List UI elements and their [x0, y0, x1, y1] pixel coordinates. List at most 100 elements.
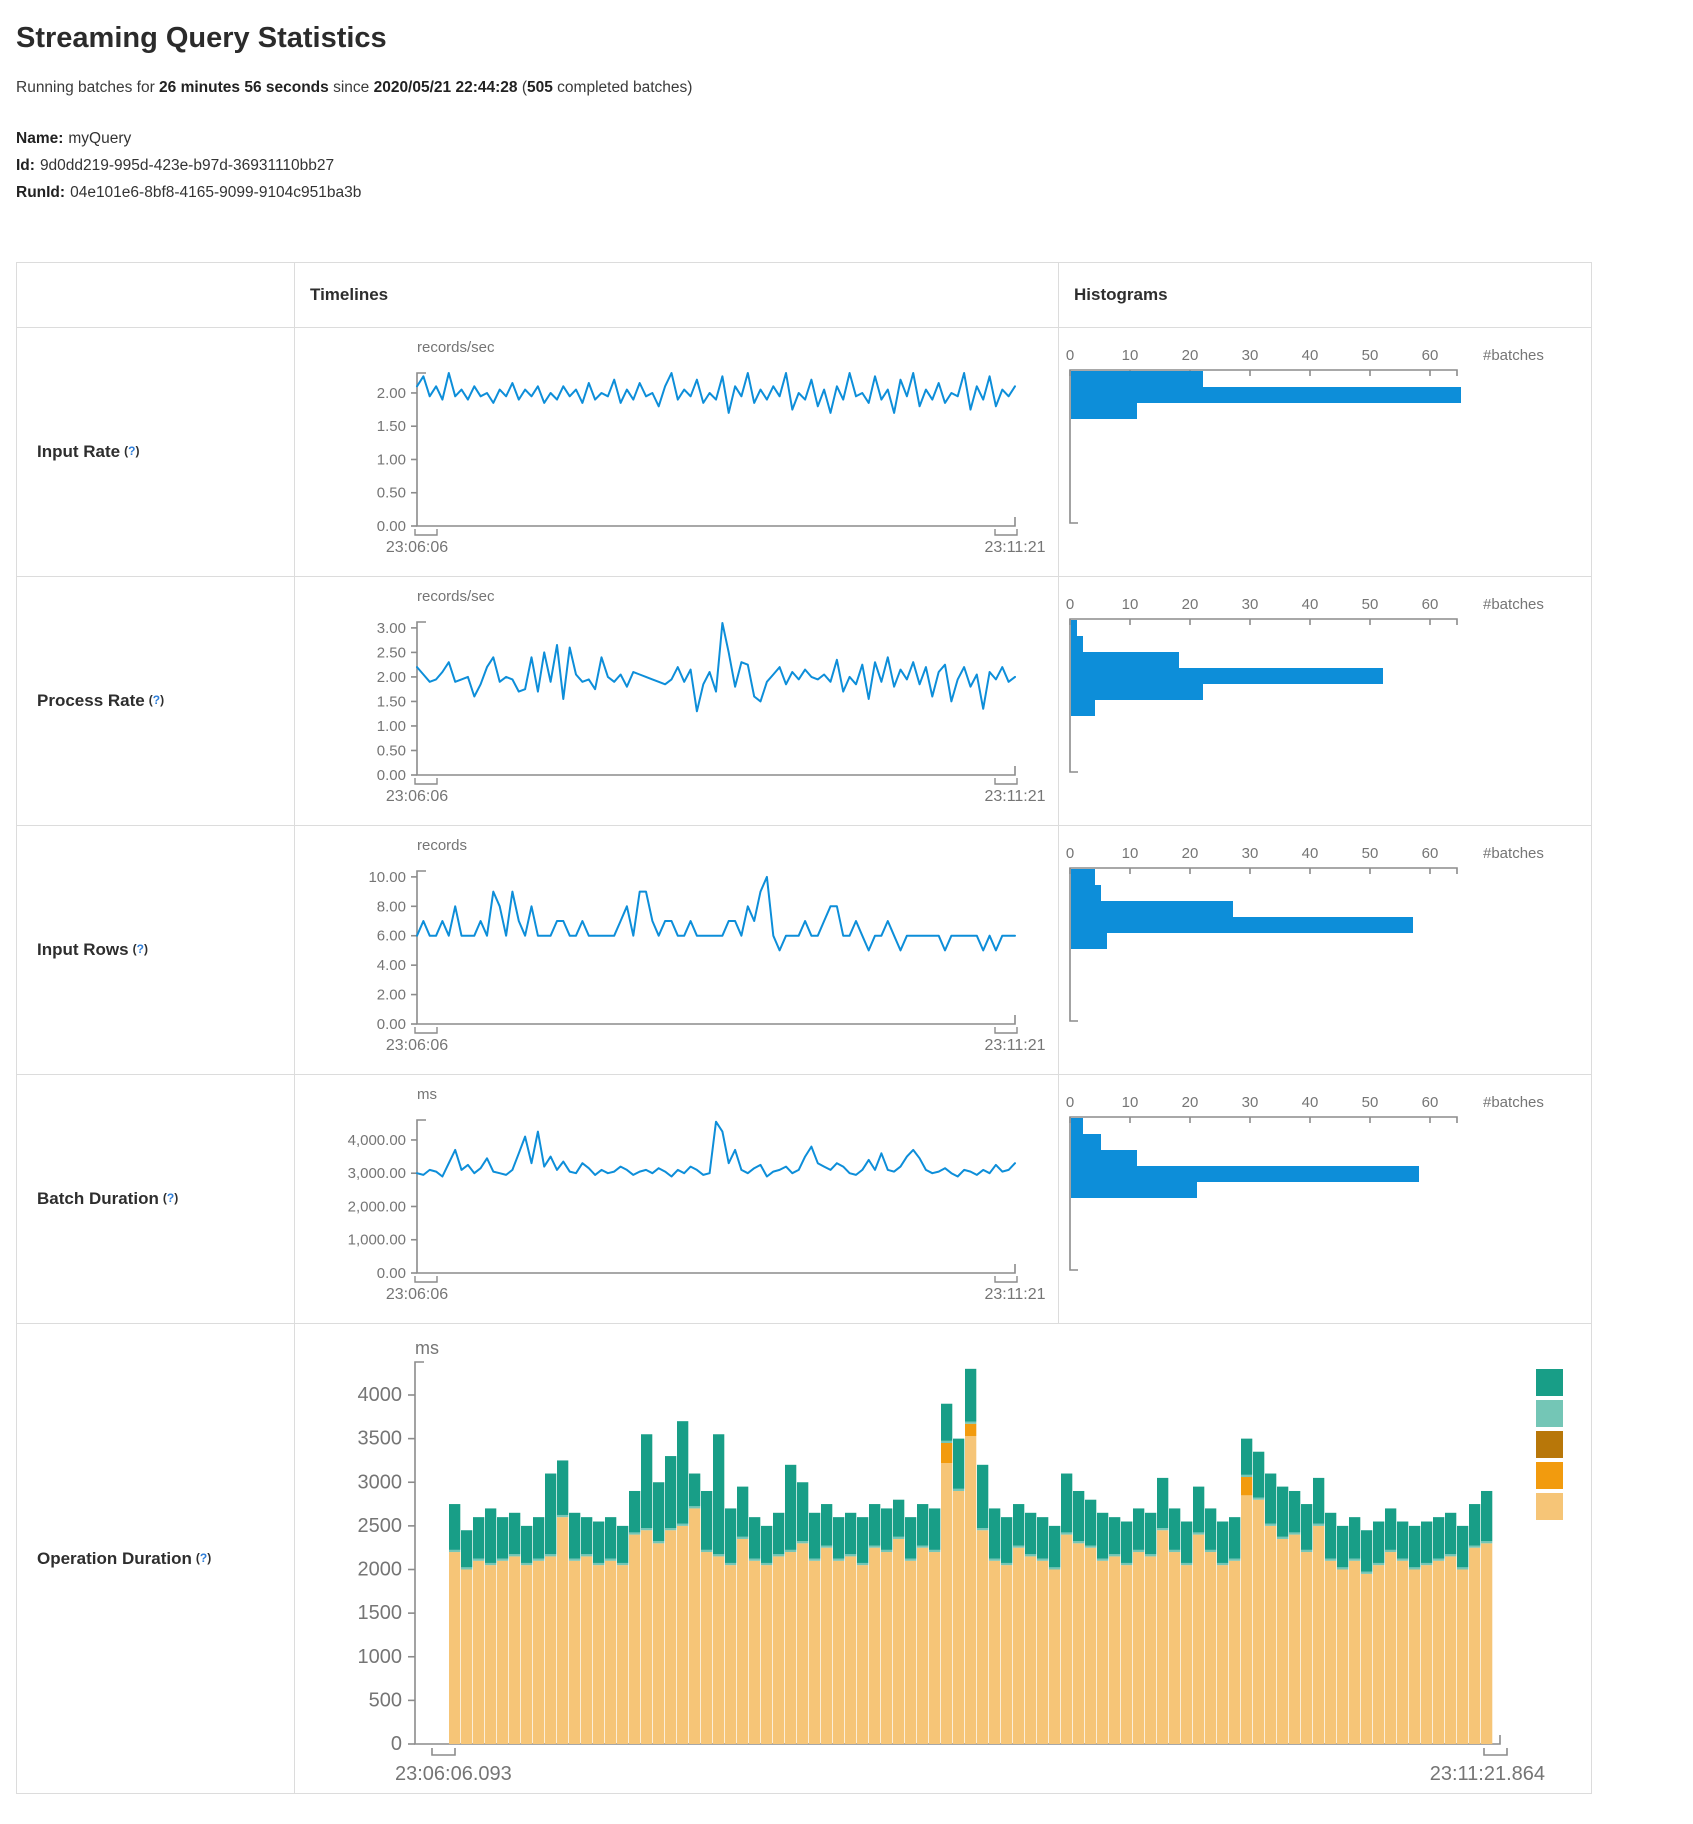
process-rate-label: Process Rate	[37, 691, 145, 711]
query-id-value: 9d0dd219-995d-423e-b97d-36931110bb27	[40, 157, 334, 174]
svg-text:50: 50	[1362, 596, 1379, 613]
row-label-operation-duration: Operation Duration (?)	[17, 1323, 294, 1793]
svg-text:3000: 3000	[358, 1471, 403, 1493]
legend-swatch-1	[1536, 1400, 1563, 1427]
svg-text:records/sec: records/sec	[417, 339, 495, 356]
svg-text:2.00: 2.00	[377, 669, 406, 686]
process-rate-timeline-chart: records/sec3.002.502.001.501.000.500.002…	[294, 576, 1058, 825]
row-label-batch-duration: Batch Duration (?)	[17, 1074, 294, 1323]
svg-text:0: 0	[391, 1733, 402, 1755]
legend-swatch-3	[1536, 1462, 1563, 1489]
svg-text:0.50: 0.50	[377, 485, 406, 502]
svg-text:0: 0	[1066, 347, 1074, 364]
svg-text:23:11:21.864: 23:11:21.864	[1430, 1763, 1545, 1785]
running-duration: 26 minutes 56 seconds	[159, 79, 329, 96]
svg-text:10: 10	[1122, 596, 1139, 613]
svg-text:3.00: 3.00	[377, 620, 406, 637]
svg-text:1.00: 1.00	[377, 718, 406, 735]
svg-text:0: 0	[1066, 1094, 1074, 1111]
svg-text:30: 30	[1242, 347, 1259, 364]
svg-text:30: 30	[1242, 596, 1259, 613]
svg-text:10.00: 10.00	[368, 869, 406, 886]
svg-text:0.50: 0.50	[377, 742, 406, 759]
input-rows-help-icon[interactable]: (?)	[133, 942, 148, 956]
svg-text:2.00: 2.00	[377, 987, 406, 1004]
svg-text:23:06:06: 23:06:06	[386, 1037, 448, 1054]
svg-text:20: 20	[1182, 347, 1199, 364]
svg-text:30: 30	[1242, 1094, 1259, 1111]
svg-text:1.50: 1.50	[377, 418, 406, 435]
svg-text:0: 0	[1066, 596, 1074, 613]
query-meta: Name: myQuery Id: 9d0dd219-995d-423e-b97d-…	[16, 125, 1677, 206]
svg-text:2,000.00: 2,000.00	[348, 1198, 406, 1215]
svg-text:50: 50	[1362, 845, 1379, 862]
query-name-row: Name: myQuery	[16, 125, 1677, 152]
statistics-table: Timelines Histograms Input Rate (?) reco…	[16, 262, 1592, 1794]
svg-text:20: 20	[1182, 1094, 1199, 1111]
svg-text:ms: ms	[415, 1338, 439, 1358]
input-rate-label: Input Rate	[37, 442, 120, 462]
query-id-row: Id: 9d0dd219-995d-423e-b97d-36931110bb27	[16, 152, 1677, 179]
svg-text:23:06:06: 23:06:06	[386, 539, 448, 556]
svg-text:1,000.00: 1,000.00	[348, 1232, 406, 1249]
svg-text:60: 60	[1422, 845, 1439, 862]
query-name-value: myQuery	[68, 130, 131, 147]
batch-duration-histogram-chart: 0102030405060#batches	[1058, 1074, 1591, 1323]
svg-text:6.00: 6.00	[377, 928, 406, 945]
timelines-header: Timelines	[294, 263, 1058, 327]
operation-duration-help-icon[interactable]: (?)	[196, 1551, 211, 1565]
svg-text:20: 20	[1182, 845, 1199, 862]
svg-text:1500: 1500	[358, 1602, 403, 1624]
svg-text:20: 20	[1182, 596, 1199, 613]
svg-text:records: records	[417, 837, 467, 854]
svg-text:50: 50	[1362, 1094, 1379, 1111]
svg-text:records/sec: records/sec	[417, 588, 495, 605]
batch-duration-help-icon[interactable]: (?)	[163, 1191, 178, 1205]
svg-text:10: 10	[1122, 1094, 1139, 1111]
svg-text:#batches: #batches	[1483, 347, 1544, 364]
query-runid-row: RunId:04e101e6-8bf8-4165-9099-9104c951ba…	[16, 179, 1677, 206]
svg-text:0: 0	[1066, 845, 1074, 862]
row-label-process-rate: Process Rate (?)	[17, 576, 294, 825]
svg-text:2.00: 2.00	[377, 385, 406, 402]
running-paren: (	[518, 79, 527, 96]
svg-text:10: 10	[1122, 347, 1139, 364]
svg-text:#batches: #batches	[1483, 596, 1544, 613]
svg-text:ms: ms	[417, 1086, 437, 1103]
legend-swatch-0	[1536, 1369, 1563, 1396]
row-label-input-rows: Input Rows (?)	[17, 825, 294, 1074]
query-name-label: Name:	[16, 130, 63, 147]
query-runid-label: RunId:	[16, 184, 65, 201]
page: Streaming Query Statistics Running batch…	[0, 0, 1693, 1824]
svg-text:2000: 2000	[358, 1559, 403, 1581]
svg-text:23:06:06.093: 23:06:06.093	[395, 1763, 512, 1785]
svg-text:4.00: 4.00	[377, 957, 406, 974]
svg-text:2.50: 2.50	[377, 644, 406, 661]
process-rate-help-icon[interactable]: (?)	[149, 693, 164, 707]
svg-text:4,000.00: 4,000.00	[348, 1132, 406, 1149]
query-id-label: Id:	[16, 157, 35, 174]
input-rows-label: Input Rows	[37, 940, 129, 960]
svg-text:1.50: 1.50	[377, 693, 406, 710]
svg-text:23:11:21: 23:11:21	[984, 1037, 1045, 1054]
running-suffix: completed batches)	[553, 79, 693, 96]
svg-text:#batches: #batches	[1483, 1094, 1544, 1111]
running-summary: Running batches for 26 minutes 56 second…	[16, 79, 1677, 97]
input-rate-timeline-chart: records/sec2.001.501.000.500.0023:06:062…	[294, 327, 1058, 576]
running-prefix: Running batches for	[16, 79, 159, 96]
svg-text:0.00: 0.00	[377, 1016, 406, 1033]
svg-text:2500: 2500	[358, 1515, 403, 1537]
svg-text:40: 40	[1302, 347, 1319, 364]
svg-text:3,000.00: 3,000.00	[348, 1165, 406, 1182]
svg-text:40: 40	[1302, 1094, 1319, 1111]
input-rows-timeline-chart: records10.008.006.004.002.000.0023:06:06…	[294, 825, 1058, 1074]
input-rate-help-icon[interactable]: (?)	[124, 444, 139, 458]
operation-duration-stacked-chart: ms4000350030002500200015001000500023:06:…	[294, 1323, 1591, 1793]
process-rate-histogram-chart: 0102030405060#batches	[1058, 576, 1591, 825]
page-title: Streaming Query Statistics	[16, 22, 1677, 55]
svg-text:23:11:21: 23:11:21	[984, 788, 1045, 805]
svg-text:4000: 4000	[358, 1384, 403, 1406]
batch-duration-timeline-chart: ms4,000.003,000.002,000.001,000.000.0023…	[294, 1074, 1058, 1323]
row-label-input-rate: Input Rate (?)	[17, 327, 294, 576]
svg-text:30: 30	[1242, 845, 1259, 862]
